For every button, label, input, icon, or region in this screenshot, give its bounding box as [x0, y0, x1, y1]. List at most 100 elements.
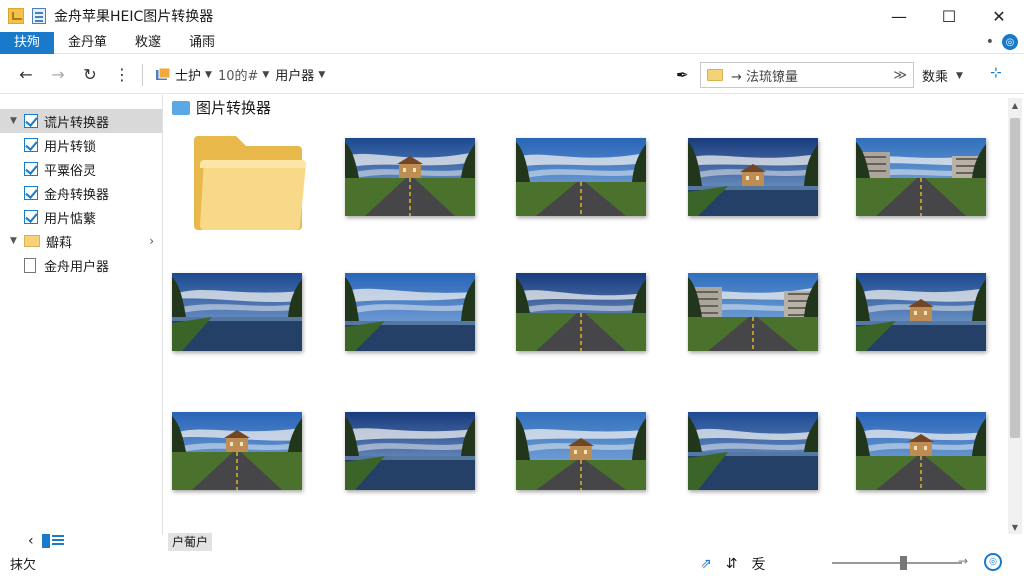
photo-country-road[interactable] [516, 412, 646, 490]
checkbox-icon[interactable] [24, 138, 38, 152]
photo-castle-road-image [172, 412, 302, 490]
checkbox-icon[interactable] [24, 210, 38, 224]
size-dropdown[interactable]: 10的# ▼ [218, 65, 269, 84]
folder-icon [707, 69, 723, 81]
refresh-button[interactable]: ↻ [76, 61, 104, 89]
expand-arrow-icon[interactable]: ▼ [10, 236, 24, 246]
sidebar-item-label: 金舟用户器 [44, 259, 110, 275]
back-button[interactable]: ← [12, 61, 40, 89]
photo-coast-path-image [345, 412, 475, 490]
sort-dropdown[interactable]: 士护 ▼ [155, 65, 212, 84]
selection-tag: 户葡户 [168, 533, 213, 551]
sort-icon[interactable]: ⇵ [726, 556, 738, 572]
checkbox-icon[interactable] [24, 162, 38, 176]
document-icon [32, 8, 46, 24]
folder-icon [24, 235, 40, 247]
user-dropdown-label: 用户器 [275, 69, 315, 84]
photo-road-sunset-image [516, 138, 646, 216]
view-dropdown[interactable]: 数乘 ▼ [922, 66, 963, 85]
scroll-down-icon[interactable]: ▼ [1008, 520, 1022, 534]
large-folder-icon[interactable] [190, 126, 310, 238]
sidebar-item-folder[interactable]: ▼ 瓣萪 › [0, 229, 162, 253]
image-stack-icon [156, 67, 171, 80]
photo-highway-forest-image [516, 273, 646, 351]
content-header: 图片转换器 [172, 97, 271, 118]
sort-dropdown-label: 士护 [175, 69, 202, 84]
thumbnail-grid [172, 124, 1008, 524]
sidebar-item-label: 瓣萪 [46, 235, 73, 251]
photo-canal-manor[interactable] [688, 138, 818, 216]
menu-item-view[interactable]: 敉邃 [121, 32, 175, 54]
photo-highway-forest[interactable] [516, 273, 646, 351]
status-tools: ⇗ ⇵ 叐 [700, 554, 765, 574]
sidebar-item-archive[interactable]: 用片惦蘩 [0, 205, 162, 229]
chevron-right-icon[interactable]: › [149, 234, 154, 248]
toolbar: ← → ↻ ⋮ 士护 ▼ 10的# ▼ 用户器 ▼ ✒ → 法琉镣量 ≫ 数乘 … [0, 56, 1024, 94]
folder-title: 图片转换器 [196, 99, 272, 117]
close-button[interactable]: ✕ [974, 0, 1024, 32]
photo-castle-avenue[interactable] [345, 138, 475, 216]
more-button[interactable]: ⋮ [108, 61, 136, 89]
sidebar-item-label: 用片转锁 [44, 139, 97, 155]
photo-evening-road[interactable] [856, 412, 986, 490]
photo-river-trees[interactable] [345, 273, 475, 351]
scroll-up-icon[interactable]: ▲ [1008, 98, 1022, 112]
sidebar-item-lock[interactable]: 用片转锁 [0, 133, 162, 157]
sidebar: ▼ 谎片转换器 用片转锁 平粟俗灵 金舟转换器 用片惦蘩 ▼ 瓣萪 › 金舟用户… [0, 95, 163, 535]
photo-lake-clouds[interactable] [172, 273, 302, 351]
chevron-down-icon: ▼ [318, 69, 326, 80]
minimize-button[interactable]: — [874, 0, 924, 32]
sidebar-item-label: 谎片转换器 [44, 115, 110, 131]
maximize-button[interactable]: ☐ [924, 0, 974, 32]
menu-item-file[interactable]: 扶殉 [0, 31, 55, 54]
photo-road-sunset[interactable] [516, 138, 646, 216]
user-dropdown[interactable]: 用户器 ▼ [275, 65, 325, 84]
address-go-icon[interactable]: ≫ [893, 68, 907, 83]
settings-circle-icon[interactable]: ◎ [984, 553, 1002, 571]
photo-apartment-blocks-image [688, 273, 818, 351]
photo-manor-reflection[interactable] [856, 273, 986, 351]
zoom-slider[interactable] [832, 556, 962, 570]
vertical-scrollbar[interactable]: ▲ ▼ [1008, 98, 1022, 534]
photo-apartment-blocks[interactable] [688, 273, 818, 351]
sidebar-item-label: 用片惦蘩 [44, 211, 97, 227]
chevron-down-icon: ▼ [205, 69, 212, 80]
address-text: → 法琉镣量 [731, 69, 799, 85]
help-icon[interactable]: ◎ [1002, 34, 1018, 50]
photo-river-trees-image [345, 273, 475, 351]
photo-city-road-image [856, 138, 986, 216]
menubar-dot-icon[interactable]: • [986, 34, 994, 50]
sidebar-item-jinzhou[interactable]: 金舟转换器 [0, 181, 162, 205]
chevron-down-icon: ▼ [262, 69, 270, 80]
photo-canal-clouds[interactable] [688, 412, 818, 490]
tag-icon[interactable]: 叐 [751, 554, 765, 574]
menu-item-edit[interactable]: 金丹箪 [54, 32, 121, 54]
expand-icon[interactable]: ⊹ [990, 65, 1002, 81]
sidebar-item-converter[interactable]: ▼ 谎片转换器 [0, 109, 162, 133]
zoom-slider-thumb[interactable] [900, 556, 907, 570]
photo-manor-reflection-image [856, 273, 986, 351]
menubar-right: • ◎ [986, 34, 1018, 50]
photo-coast-path[interactable] [345, 412, 475, 490]
menu-item-help[interactable]: 诵雨 [175, 32, 229, 54]
photo-castle-road[interactable] [172, 412, 302, 490]
zoom-in-icon[interactable]: → [958, 554, 968, 568]
collapse-arrow-icon[interactable]: ‹ [28, 533, 34, 549]
menu-bar: 扶殉 金丹箪 敉邃 诵雨 • ◎ [0, 31, 1024, 54]
scroll-thumb[interactable] [1010, 118, 1020, 438]
checkbox-icon[interactable] [24, 114, 38, 128]
photo-evening-road-image [856, 412, 986, 490]
list-view-icon[interactable] [41, 534, 64, 548]
expand-arrow-icon[interactable]: ▼ [10, 116, 24, 126]
forward-button[interactable]: → [44, 61, 72, 89]
photo-canal-manor-image [688, 138, 818, 216]
sidebar-item-public[interactable]: 平粟俗灵 [0, 157, 162, 181]
photo-country-road-image [516, 412, 646, 490]
photo-city-road[interactable] [856, 138, 986, 216]
checkbox-icon[interactable] [24, 186, 38, 200]
sidebar-item-user-file[interactable]: 金舟用户器 [0, 253, 162, 277]
window-controls: — ☐ ✕ [874, 0, 1024, 32]
address-bar[interactable]: → 法琉镣量 ≫ [700, 62, 914, 88]
pen-icon[interactable]: ✒ [676, 66, 689, 84]
share-icon[interactable]: ⇗ [700, 556, 712, 572]
